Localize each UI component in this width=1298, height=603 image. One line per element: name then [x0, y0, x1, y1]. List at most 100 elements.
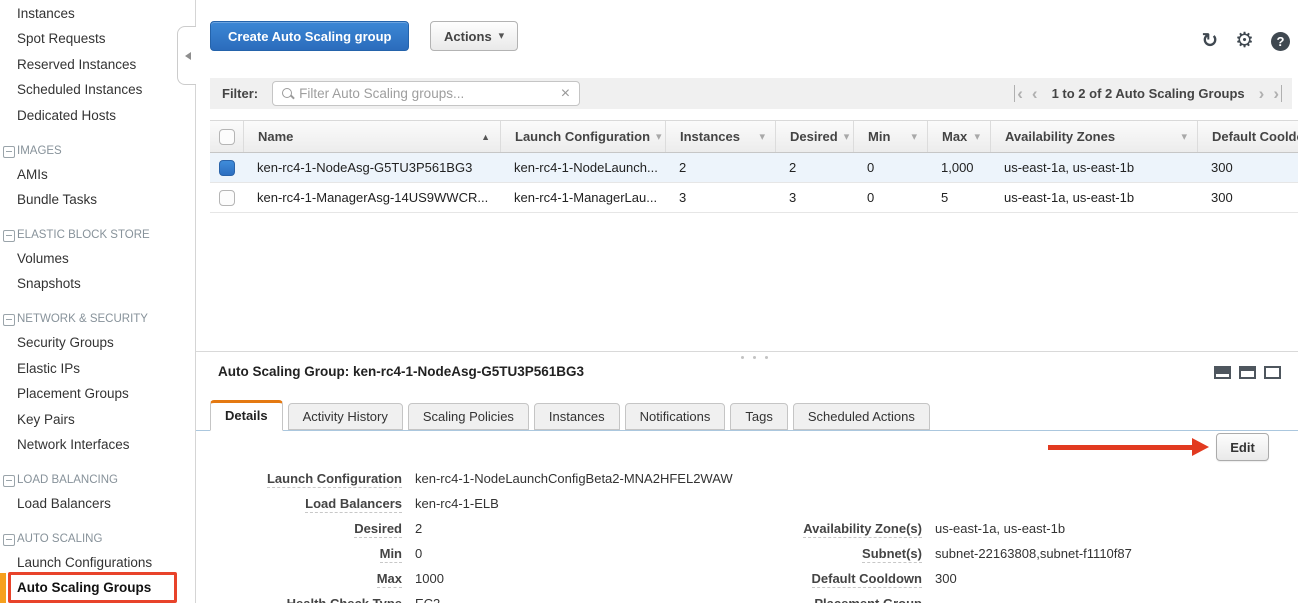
column-header-max[interactable]: Max▾: [927, 121, 990, 152]
row-checkbox[interactable]: [219, 190, 235, 206]
field-label-text: Availability Zone(s): [803, 521, 922, 538]
sidebar-item-amis[interactable]: AMIs: [0, 162, 195, 187]
field-label-text: Default Cooldown: [812, 571, 923, 588]
first-page-icon[interactable]: ‹: [1014, 85, 1023, 102]
sidebar-item-auto-scaling-groups[interactable]: Auto Scaling Groups: [0, 575, 195, 600]
sidebar-item-bundle-tasks[interactable]: Bundle Tasks: [0, 187, 195, 212]
create-auto-scaling-group-button[interactable]: Create Auto Scaling group: [210, 21, 409, 51]
tab-notifications[interactable]: Notifications: [625, 403, 726, 430]
sidebar-item-placement-groups[interactable]: Placement Groups: [0, 381, 195, 406]
tab-tags[interactable]: Tags: [730, 403, 787, 430]
sidebar-section-network-security: NETWORK & SECURITY: [0, 309, 195, 330]
sort-icon: ▾: [650, 130, 662, 143]
column-header-min[interactable]: Min▾: [853, 121, 927, 152]
column-label: Launch Configuration: [515, 129, 650, 144]
tab-instances[interactable]: Instances: [534, 403, 620, 430]
field-label: Max: [210, 571, 402, 586]
field-label-text: Max: [377, 571, 402, 588]
pane-layout-small-icon[interactable]: [1214, 366, 1231, 379]
sidebar-collapse-tab[interactable]: [177, 26, 196, 85]
table-row[interactable]: ken-rc4-1-NodeAsg-G5TU3P561BG3ken-rc4-1-…: [210, 153, 1298, 183]
sidebar-item-dedicated-hosts[interactable]: Dedicated Hosts: [0, 103, 195, 128]
field-availability-zone-s: Availability Zone(s)us-east-1a, us-east-…: [740, 516, 1132, 541]
field-value: 0: [415, 546, 422, 561]
edit-button[interactable]: Edit: [1216, 433, 1269, 461]
actions-button[interactable]: Actions ▾: [430, 21, 518, 51]
chevron-down-icon: ▾: [499, 31, 505, 42]
column-header-instances[interactable]: Instances▾: [665, 121, 775, 152]
sort-icon: ▾: [753, 130, 765, 143]
collapse-section-icon[interactable]: [3, 230, 15, 242]
field-label-text: Subnet(s): [862, 546, 922, 563]
field-label: Default Cooldown: [740, 571, 922, 586]
sidebar-nav: InstancesSpot RequestsReserved Instances…: [0, 0, 195, 600]
details-pane-title: Auto Scaling Group: ken-rc4-1-NodeAsg-G5…: [218, 364, 584, 379]
sidebar-item-spot-requests[interactable]: Spot Requests: [0, 26, 195, 51]
pane-resize-handle[interactable]: [741, 356, 768, 359]
column-label: Availability Zones: [1005, 129, 1115, 144]
pane-layout-icons: [1214, 366, 1281, 379]
sidebar-item-load-balancers[interactable]: Load Balancers: [0, 491, 195, 516]
sidebar-item-label: Placement Groups: [17, 386, 129, 401]
field-value: 300: [935, 571, 957, 586]
sidebar-item-instances[interactable]: Instances: [0, 1, 195, 26]
filter-input[interactable]: [295, 86, 561, 101]
field-label: Launch Configuration: [210, 471, 402, 486]
sidebar-item-network-interfaces[interactable]: Network Interfaces: [0, 432, 195, 457]
field-launch-configuration: Launch Configurationken-rc4-1-NodeLaunch…: [210, 466, 733, 491]
field-value: EC2: [415, 596, 440, 603]
sidebar-item-scheduled-instances[interactable]: Scheduled Instances: [0, 77, 195, 102]
help-icon[interactable]: ?: [1271, 32, 1290, 51]
collapse-section-icon[interactable]: [3, 146, 15, 158]
sidebar-item-reserved-instances[interactable]: Reserved Instances: [0, 52, 195, 77]
tab-details[interactable]: Details: [210, 400, 283, 431]
sidebar-item-elastic-ips[interactable]: Elastic IPs: [0, 356, 195, 381]
cell-desired: 3: [775, 190, 853, 205]
column-header-launch-configuration[interactable]: Launch Configuration▾: [500, 121, 665, 152]
sidebar-section-load-balancing: LOAD BALANCING: [0, 470, 195, 491]
collapse-arrow-icon: [181, 52, 191, 60]
sidebar-item-volumes[interactable]: Volumes: [0, 246, 195, 271]
field-value: 2: [415, 521, 422, 536]
column-header-availability-zones[interactable]: Availability Zones▾: [990, 121, 1197, 152]
field-label: Health Check Type: [210, 596, 402, 603]
collapse-section-icon[interactable]: [3, 475, 15, 487]
gear-icon[interactable]: ⚙: [1235, 31, 1254, 51]
tab-activity-history[interactable]: Activity History: [288, 403, 403, 430]
clear-filter-icon[interactable]: ×: [561, 86, 570, 102]
field-label: Subnet(s): [740, 546, 922, 561]
row-checkbox[interactable]: [219, 160, 235, 176]
last-page-icon[interactable]: ›: [1273, 85, 1282, 102]
annotation-arrow: [1048, 445, 1194, 450]
pane-layout-half-icon[interactable]: [1239, 366, 1256, 379]
field-value: subnet-22163808,subnet-f1110f87: [935, 546, 1132, 561]
pane-divider: [196, 351, 1298, 352]
field-label-text: Placement Group: [814, 596, 922, 603]
sidebar-section-label: AUTO SCALING: [17, 533, 102, 545]
sidebar-item-key-pairs[interactable]: Key Pairs: [0, 407, 195, 432]
tab-scheduled-actions[interactable]: Scheduled Actions: [793, 403, 930, 430]
sidebar-item-launch-configurations[interactable]: Launch Configurations: [0, 550, 195, 575]
collapse-section-icon[interactable]: [3, 314, 15, 326]
field-load-balancers: Load Balancersken-rc4-1-ELB: [210, 491, 733, 516]
table-row[interactable]: ken-rc4-1-ManagerAsg-14US9WWCR...ken-rc4…: [210, 183, 1298, 213]
select-all-checkbox[interactable]: [219, 129, 235, 145]
next-page-icon[interactable]: ›: [1259, 85, 1265, 102]
refresh-icon[interactable]: ↻: [1201, 31, 1218, 51]
sidebar-item-label: Dedicated Hosts: [17, 108, 116, 123]
collapse-section-icon[interactable]: [3, 534, 15, 546]
prev-page-icon[interactable]: ‹: [1032, 85, 1038, 102]
column-header-name[interactable]: Name▲: [243, 121, 500, 152]
sidebar-item-snapshots[interactable]: Snapshots: [0, 271, 195, 296]
cell-min: 0: [853, 160, 927, 175]
sidebar-item-label: Elastic IPs: [17, 361, 80, 376]
cell-availability-zones: us-east-1a, us-east-1b: [990, 160, 1197, 175]
column-header-checkbox[interactable]: [210, 121, 243, 152]
tab-scaling-policies[interactable]: Scaling Policies: [408, 403, 529, 430]
row-checkbox-cell: [210, 160, 243, 176]
sidebar-item-security-groups[interactable]: Security Groups: [0, 330, 195, 355]
pane-layout-large-icon[interactable]: [1264, 366, 1281, 379]
row-checkbox-cell: [210, 190, 243, 206]
column-header-default-cooldown[interactable]: Default Cooldown: [1197, 121, 1298, 152]
column-header-desired[interactable]: Desired▾: [775, 121, 853, 152]
